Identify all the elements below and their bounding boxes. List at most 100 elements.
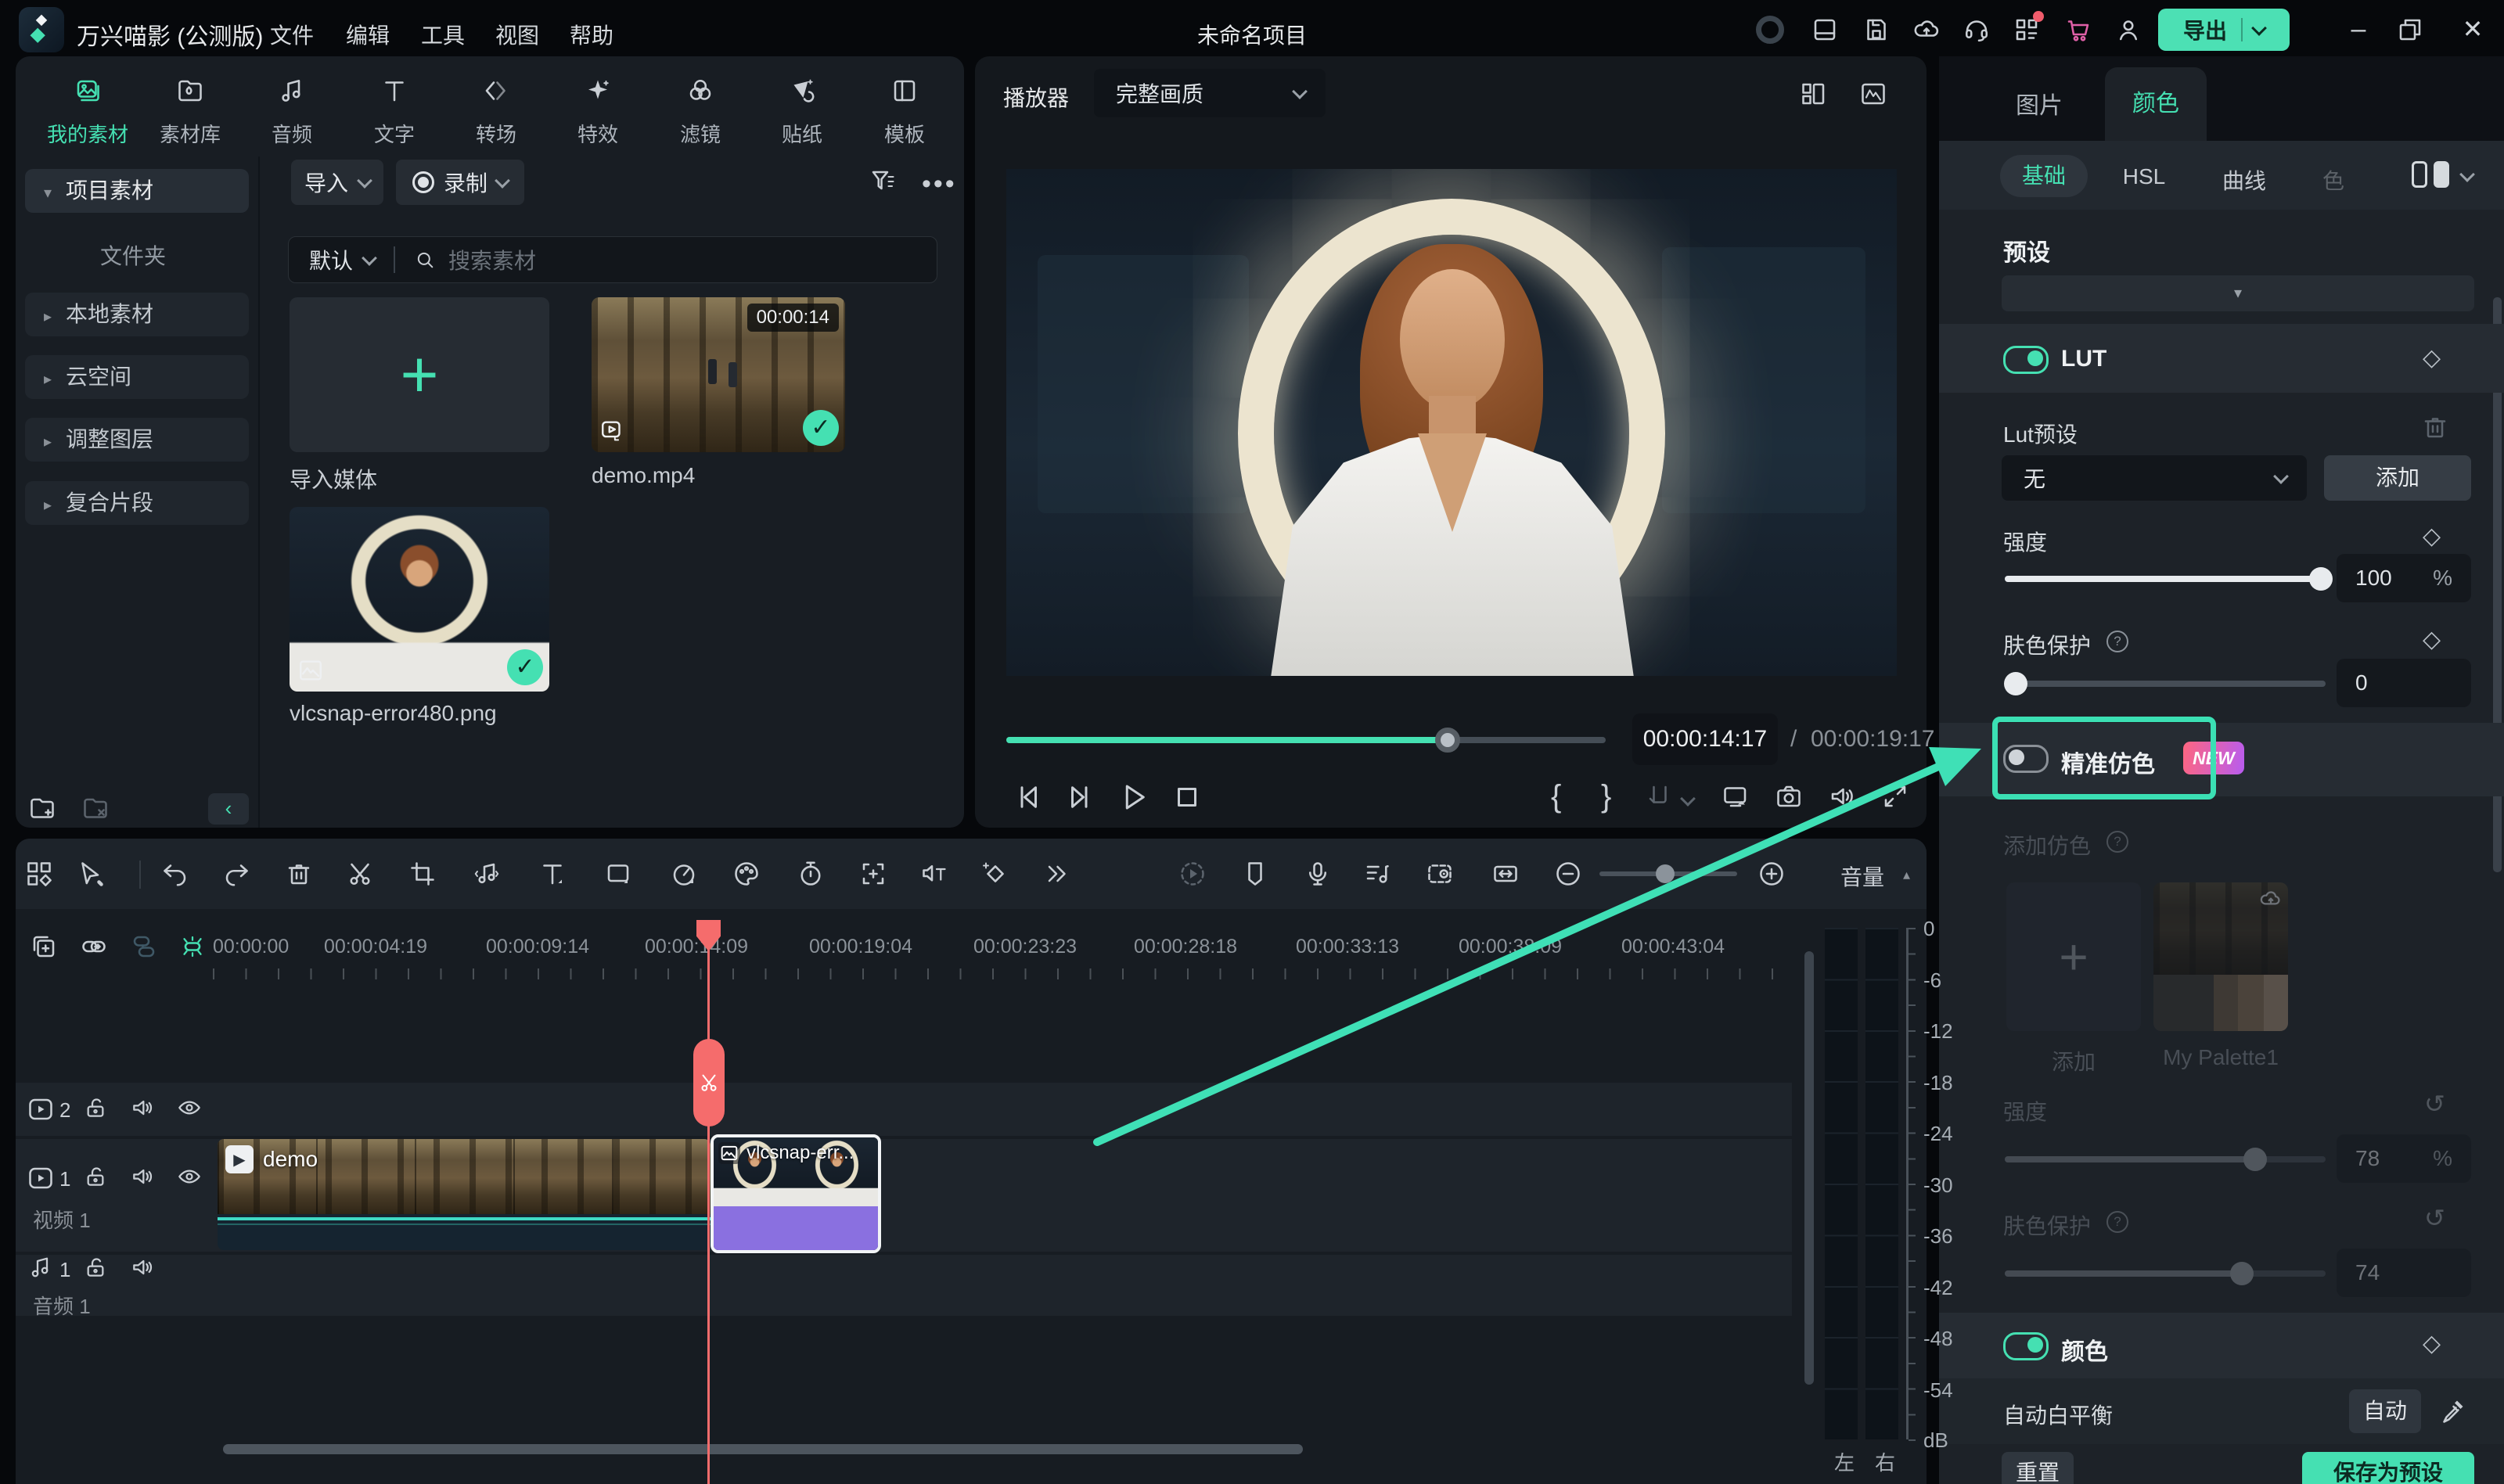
- search-bar[interactable]: 默认 搜索素材: [288, 236, 937, 283]
- save-icon[interactable]: [1862, 16, 1891, 44]
- lut-keyframe-icon[interactable]: ◇: [2423, 344, 2441, 372]
- menu-view[interactable]: 视图: [495, 19, 539, 50]
- lock-icon[interactable]: [83, 1164, 108, 1189]
- export-button[interactable]: 导出: [2158, 9, 2290, 51]
- mimic-strength-knob[interactable]: [2243, 1148, 2267, 1171]
- window-restore-button[interactable]: [2396, 16, 2424, 44]
- menu-edit[interactable]: 编辑: [346, 19, 390, 50]
- support-headset-icon[interactable]: [1963, 16, 1991, 44]
- lut-skin-value[interactable]: 0: [2337, 659, 2471, 707]
- mimic-help-icon[interactable]: ?: [2106, 831, 2128, 853]
- screen-record-icon[interactable]: [1418, 852, 1462, 896]
- delete-icon[interactable]: [277, 852, 321, 896]
- zoom-slider-knob[interactable]: [1656, 864, 1675, 883]
- awb-auto-button[interactable]: 自动: [2349, 1389, 2421, 1433]
- cart-icon[interactable]: [2064, 16, 2092, 44]
- fullscreen-icon[interactable]: [1881, 782, 1909, 810]
- text-tool-icon[interactable]: [531, 852, 574, 896]
- speed-tool-icon[interactable]: [662, 852, 706, 896]
- eye-icon[interactable]: [177, 1095, 202, 1120]
- mimic-strength-slider[interactable]: [2005, 1156, 2326, 1162]
- tab-templates[interactable]: 模板: [884, 119, 925, 148]
- subtab-basic[interactable]: 基础: [2000, 155, 2088, 197]
- lock-icon[interactable]: [83, 1255, 108, 1280]
- link-clips-icon[interactable]: [80, 932, 108, 961]
- window-minimize-button[interactable]: –: [2341, 14, 2376, 45]
- stopwatch-icon[interactable]: [789, 852, 833, 896]
- search-category[interactable]: 默认: [309, 244, 353, 275]
- tab-effects[interactable]: 特效: [577, 119, 618, 148]
- voiceover-mic-icon[interactable]: [1296, 852, 1340, 896]
- save-preset-button[interactable]: 保存为预设: [2302, 1452, 2474, 1484]
- color-keyframe-icon[interactable]: ◇: [2423, 1330, 2441, 1357]
- mark-in-icon[interactable]: {: [1551, 779, 1561, 814]
- select-tool-icon[interactable]: [69, 852, 113, 896]
- speaker-icon[interactable]: [130, 1255, 155, 1280]
- quality-dropdown[interactable]: 完整画质: [1094, 69, 1326, 117]
- media-browser-icon[interactable]: [17, 852, 61, 896]
- sidebar-item-cloud[interactable]: ▸云空间: [25, 355, 249, 399]
- import-button[interactable]: 导入: [291, 160, 383, 205]
- subtab-curves[interactable]: 曲线: [2222, 164, 2266, 196]
- player-seekbar[interactable]: [1006, 737, 1606, 743]
- player-layout-icon[interactable]: [1800, 80, 1828, 108]
- timeline-vertical-scrollbar[interactable]: [1804, 951, 1814, 1385]
- layout-icon[interactable]: [1811, 16, 1839, 44]
- lut-strength-keyframe-icon[interactable]: ◇: [2423, 523, 2441, 550]
- eyedropper-icon[interactable]: [2438, 1397, 2466, 1425]
- redo-icon[interactable]: [214, 852, 258, 896]
- delete-folder-icon[interactable]: [81, 795, 110, 823]
- zoom-slider[interactable]: [1599, 871, 1737, 876]
- mark-out-icon[interactable]: }: [1601, 779, 1611, 814]
- scopes-icon[interactable]: [1859, 80, 1887, 108]
- tab-my-media[interactable]: 我的素材: [47, 119, 128, 148]
- subtab-wheel[interactable]: 色: [2322, 164, 2344, 196]
- sidebar-item-adjustment-layer[interactable]: ▸调整图层: [25, 418, 249, 462]
- mimic-skin-slider[interactable]: [2005, 1270, 2326, 1277]
- timeline-horizontal-scrollbar[interactable]: [223, 1444, 1303, 1454]
- unlink-clips-icon[interactable]: [130, 932, 158, 961]
- sidebar-item-local-media[interactable]: ▸本地素材: [25, 293, 249, 336]
- lut-trash-icon[interactable]: [2421, 413, 2449, 441]
- seekbar-knob[interactable]: [1435, 728, 1460, 753]
- speech-text-icon[interactable]: [912, 852, 956, 896]
- playhead-scissors-pill[interactable]: [693, 1039, 725, 1126]
- stop-icon[interactable]: [1171, 781, 1203, 814]
- account-icon[interactable]: [2114, 16, 2142, 44]
- mimic-skin-help-icon[interactable]: ?: [2106, 1211, 2128, 1233]
- lut-skin-help-icon[interactable]: ?: [2106, 631, 2128, 652]
- tab-stock[interactable]: 素材库: [160, 119, 221, 148]
- tab-filters[interactable]: 滤镜: [680, 119, 721, 148]
- record-button[interactable]: 录制: [396, 160, 524, 205]
- lut-skin-keyframe-icon[interactable]: ◇: [2423, 626, 2441, 653]
- tab-image[interactable]: 图片: [2016, 86, 2063, 120]
- magnet-snap-icon[interactable]: [178, 932, 207, 961]
- mimic-skin-value[interactable]: 74: [2337, 1249, 2471, 1297]
- mask-tool-icon[interactable]: [596, 852, 640, 896]
- more-tools-icon[interactable]: [1034, 852, 1078, 896]
- fit-timeline-icon[interactable]: [1484, 852, 1527, 896]
- previous-frame-icon[interactable]: [1011, 781, 1044, 814]
- add-to-track-icon[interactable]: [30, 932, 58, 961]
- lut-add-button[interactable]: 添加: [2324, 455, 2471, 501]
- split-scissors-icon[interactable]: [338, 852, 382, 896]
- cloud-upload-icon[interactable]: [1912, 16, 1941, 44]
- color-palette-icon[interactable]: [725, 852, 768, 896]
- snap-marker-icon[interactable]: [1643, 782, 1671, 810]
- timeline-clip-video[interactable]: ▶ demo: [218, 1139, 711, 1250]
- media-item-image[interactable]: ✓: [290, 507, 549, 692]
- menu-file[interactable]: 文件: [270, 19, 314, 50]
- playhead-line[interactable]: [707, 920, 710, 1484]
- display-device-icon[interactable]: [1722, 782, 1750, 810]
- lut-strength-slider[interactable]: [2005, 576, 2326, 582]
- sidebar-item-project-media[interactable]: ▾项目素材: [25, 169, 249, 213]
- lut-preset-dropdown[interactable]: 无: [2002, 455, 2307, 501]
- timeline-clip-image[interactable]: vlcsnap-err...: [711, 1134, 881, 1253]
- lut-strength-knob[interactable]: [2309, 567, 2333, 591]
- render-preview-icon[interactable]: [1171, 852, 1214, 896]
- mimic-add-card[interactable]: +: [2006, 882, 2141, 1031]
- zoom-in-icon[interactable]: [1750, 852, 1793, 896]
- sidebar-item-compound-clip[interactable]: ▸复合片段: [25, 481, 249, 525]
- mimic-strength-value[interactable]: 78%: [2337, 1134, 2471, 1183]
- window-close-button[interactable]: ✕: [2455, 14, 2490, 44]
